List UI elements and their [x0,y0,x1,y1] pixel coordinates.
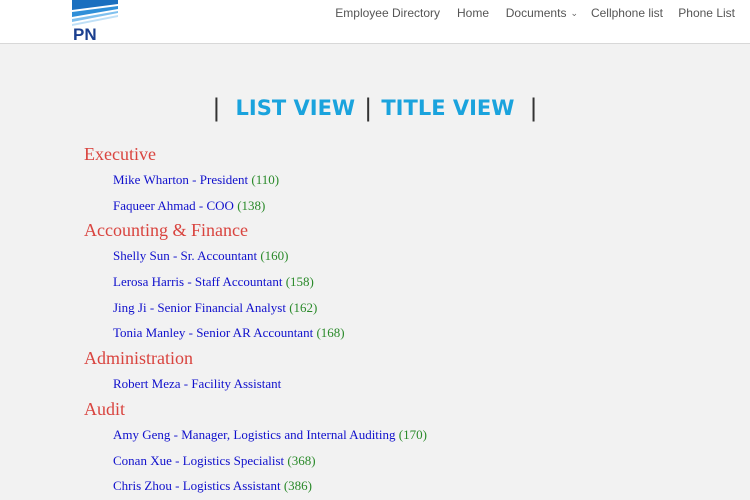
list-view-link[interactable]: LIST VIEW [232,93,360,123]
nav-employee-directory[interactable]: Employee Directory [335,6,440,20]
employee-link[interactable]: Shelly Sun - Sr. Accountant [113,248,257,263]
nav-home[interactable]: Home [457,6,489,20]
phone-extension: (168) [316,325,345,341]
company-logo[interactable]: PN [72,0,118,42]
logo-text: PN [73,25,97,42]
employee-link[interactable]: Chris Zhou - Logistics Assistant [113,478,281,493]
nav-documents-label: Documents [505,6,567,20]
employee-entry: Conan Xue - Logistics Specialist (368) [113,448,427,474]
employee-link[interactable]: Mike Wharton - President [113,172,248,187]
view-separator: | [212,94,221,122]
view-separator: | [364,94,373,122]
employee-entry: Jing Ji - Senior Financial Analyst (162) [113,295,427,321]
department-heading: Administration [84,348,193,369]
department-heading: Accounting & Finance [84,220,248,241]
employee-entry: Tonia Manley - Senior AR Accountant (168… [113,320,427,346]
phone-extension: (386) [283,478,312,494]
employee-entry: Faqueer Ahmad - COO (138) [113,193,427,219]
chevron-down-icon: ⌄ [570,8,578,18]
employee-entry: Chris Zhou - Logistics Assistant (386) [113,473,427,499]
employee-link[interactable]: Conan Xue - Logistics Specialist [113,453,284,468]
phone-extension: (110) [251,172,280,187]
phone-extension: (160) [260,248,289,264]
phone-extension: (138) [237,197,266,213]
nav-cellphone-list[interactable]: Cellphone list [591,6,663,20]
phone-extension: (158) [285,274,314,290]
employee-link[interactable]: Faqueer Ahmad - COO [113,198,234,213]
nav-phone-list[interactable]: Phone List [678,6,735,20]
nav-documents[interactable]: Documents ⌄ [506,6,578,20]
employee-entry: Robert Meza - Facility Assistant [113,371,427,397]
title-view-link[interactable]: TITLE VIEW [377,93,518,123]
employee-entry: Mike Wharton - President (110) [113,167,427,193]
phone-extension: (162) [289,299,318,315]
view-separator: | [529,94,538,122]
employee-directory-list: Executive Mike Wharton - President (110)… [84,142,427,499]
employee-link[interactable]: Lerosa Harris - Staff Accountant [113,274,282,289]
department-heading: Executive [84,144,156,164]
employee-entry: Amy Geng - Manager, Logistics and Intern… [113,422,427,448]
employee-link[interactable]: Tonia Manley - Senior AR Accountant [113,325,313,340]
department-heading: Audit [84,398,126,419]
employee-entry: Lerosa Harris - Staff Accountant (158) [113,269,427,295]
employee-link[interactable]: Amy Geng - Manager, Logistics and Intern… [113,427,396,442]
view-switcher: | LIST VIEW | TITLE VIEW | [0,93,750,123]
phone-extension: (368) [287,452,316,468]
phone-extension: (170) [398,426,427,442]
employee-link[interactable]: Jing Ji - Senior Financial Analyst [113,300,286,315]
employee-link[interactable]: Robert Meza - Facility Assistant [113,376,281,391]
employee-entry: Shelly Sun - Sr. Accountant (160) [113,243,427,269]
logo-icon: PN [72,0,118,42]
top-navigation-bar: PN Employee Directory Home Documents ⌄ Ce… [0,0,750,44]
